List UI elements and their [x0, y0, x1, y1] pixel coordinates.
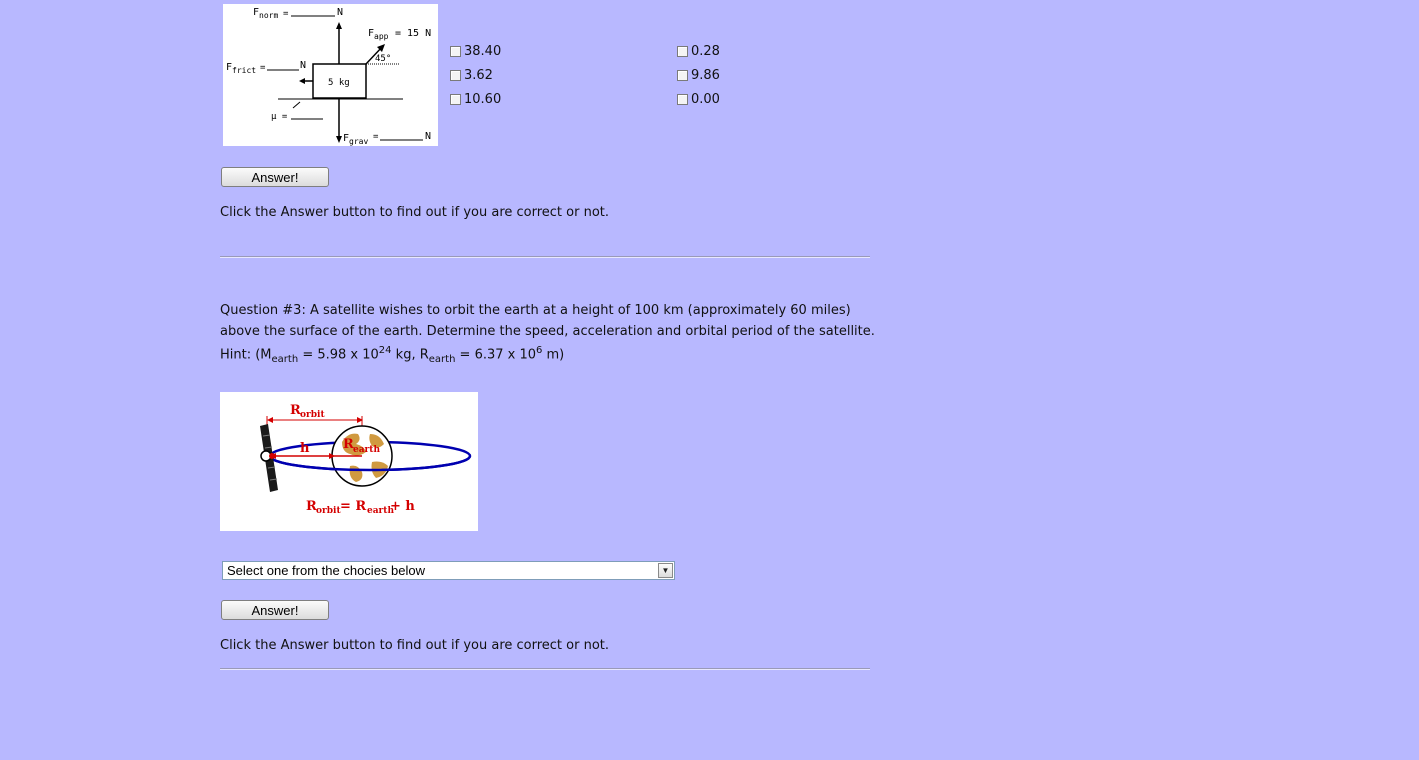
hint-text: Hint: (Mearth = 5.98 x 1024 kg, Rearth =…	[220, 345, 565, 365]
checkbox[interactable]	[450, 46, 461, 57]
select-value: Select one from the chocies below	[227, 563, 425, 578]
eq-r-orbit-sub: orbit	[316, 506, 341, 516]
fnorm-sub: norm	[259, 11, 278, 20]
ffrict-unit: N	[300, 60, 306, 71]
fnorm-eq: =	[283, 9, 289, 19]
divider	[220, 668, 870, 670]
fgrav-eq: =	[373, 132, 379, 142]
ffrict-sub: frict	[232, 66, 256, 75]
answer-button-q2[interactable]: Answer!	[221, 167, 329, 187]
answer-button-q3[interactable]: Answer!	[221, 600, 329, 620]
feedback-q2: Click the Answer button to find out if y…	[220, 205, 610, 220]
checkbox[interactable]	[677, 70, 688, 81]
checkbox[interactable]	[677, 46, 688, 57]
satellite-orbit-diagram: R orbit h R earth R orbit = R earth + h	[220, 392, 478, 531]
option-0-00[interactable]: 0.00	[677, 92, 720, 107]
fgrav-unit: N	[425, 131, 431, 142]
feedback-q3: Click the Answer button to find out if y…	[220, 638, 610, 653]
checkbox[interactable]	[677, 94, 688, 105]
h-label: h	[300, 441, 310, 456]
checkbox[interactable]	[450, 94, 461, 105]
option-3-62[interactable]: 3.62	[450, 68, 493, 83]
r-earth-sub: earth	[353, 445, 380, 455]
option-0-28[interactable]: 0.28	[677, 44, 720, 59]
fnorm-unit: N	[337, 7, 343, 18]
fgrav-sub: grav	[349, 137, 368, 146]
chevron-down-icon[interactable]: ▼	[658, 563, 673, 578]
fapp-value: = 15 N	[395, 28, 431, 39]
eq-equals: = R	[340, 499, 366, 514]
eq-plus-h: + h	[390, 499, 415, 514]
question-3-text: Question #3: A satellite wishes to orbit…	[220, 303, 875, 339]
checkbox[interactable]	[450, 70, 461, 81]
option-9-86[interactable]: 9.86	[677, 68, 720, 83]
divider	[220, 256, 870, 258]
fapp-sub: app	[374, 32, 389, 41]
option-38-40[interactable]: 38.40	[450, 44, 501, 59]
angle-label: 45°	[375, 54, 391, 64]
free-body-diagram: F norm = N F app = 15 N 45° 5 kg F frict…	[223, 4, 438, 146]
r-orbit-sub: orbit	[300, 410, 325, 420]
mass-label: 5 kg	[328, 78, 350, 88]
option-10-60[interactable]: 10.60	[450, 92, 501, 107]
ffrict-eq: =	[260, 63, 266, 73]
answer-select[interactable]: Select one from the chocies below ▼	[222, 561, 675, 580]
mu-label: μ =	[271, 112, 288, 122]
